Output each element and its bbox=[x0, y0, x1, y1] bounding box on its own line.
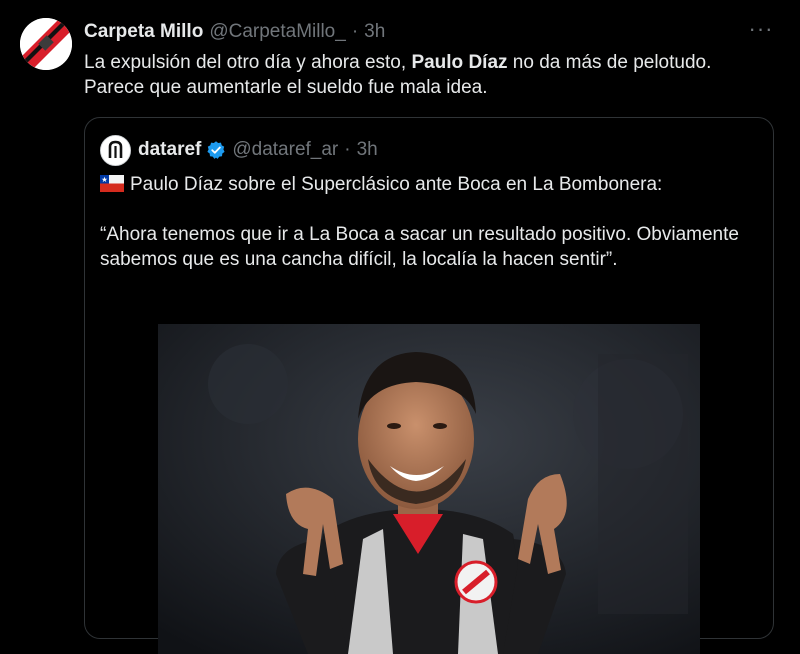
more-horizontal-icon: ··· bbox=[748, 16, 774, 41]
verified-badge-icon bbox=[207, 141, 225, 159]
author-handle[interactable]: @CarpetaMillo_ bbox=[209, 21, 346, 43]
author-display-name[interactable]: Carpeta Millo bbox=[84, 21, 203, 43]
quoted-statement: “Ahora tenemos que ir a La Boca a sacar … bbox=[100, 224, 739, 270]
quoted-text: Paulo Díaz sobre el Superclásico ante Bo… bbox=[100, 172, 750, 272]
dataref-logo-icon bbox=[101, 136, 130, 165]
quoted-line1-text: Paulo Díaz sobre el Superclásico ante Bo… bbox=[130, 174, 663, 195]
quoted-handle[interactable]: @dataref_ar bbox=[232, 139, 338, 161]
quoted-line1: Paulo Díaz sobre el Superclásico ante Bo… bbox=[100, 172, 750, 197]
tweet-header: Carpeta Millo @CarpetaMillo_ · 3h bbox=[84, 20, 385, 44]
river-plate-stripe-avatar-icon bbox=[20, 18, 72, 70]
quoted-separator-dot: · bbox=[344, 139, 351, 160]
author-avatar[interactable] bbox=[20, 18, 72, 70]
quoted-author-avatar[interactable] bbox=[100, 135, 131, 166]
chile-flag-icon bbox=[100, 175, 124, 192]
separator-dot: · bbox=[351, 21, 359, 42]
more-options-button[interactable]: ··· bbox=[746, 18, 776, 44]
quoted-media-image[interactable] bbox=[158, 324, 700, 654]
quoted-header: dataref @dataref_ar · 3h bbox=[138, 137, 378, 163]
quoted-tweet[interactable]: dataref @dataref_ar · 3h Paulo Díaz sobr… bbox=[84, 117, 774, 654]
photo-player-celebrating bbox=[158, 324, 700, 654]
tweet-text-part1: La expulsión del otro día y ahora esto, bbox=[84, 52, 412, 73]
tweet-timestamp[interactable]: 3h bbox=[364, 21, 385, 43]
quoted-timestamp[interactable]: 3h bbox=[357, 139, 378, 161]
quoted-display-name[interactable]: dataref bbox=[138, 139, 201, 161]
tweet-text: La expulsión del otro día y ahora esto, … bbox=[84, 50, 774, 100]
tweet-card[interactable]: Carpeta Millo @CarpetaMillo_ · 3h ··· La… bbox=[0, 0, 800, 654]
tweet-text-bold[interactable]: Paulo Díaz bbox=[411, 52, 507, 73]
